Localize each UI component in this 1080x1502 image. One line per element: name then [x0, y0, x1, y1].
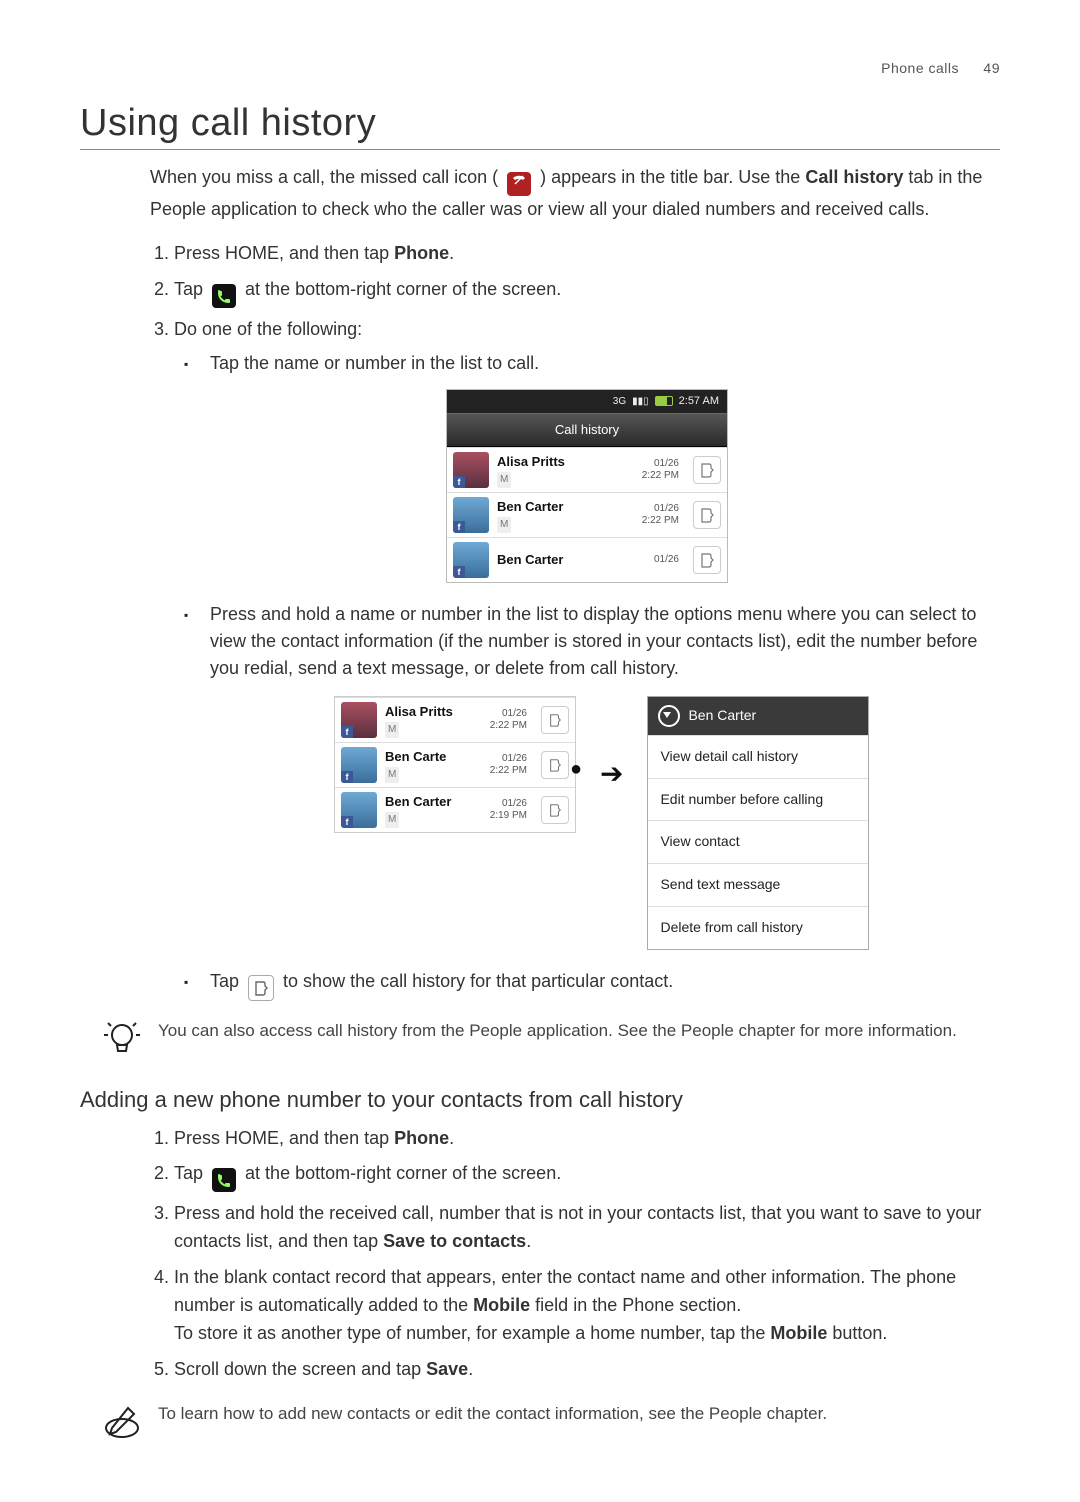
longpress-figure: f Alisa PrittsM 01/262:22 PM f Ben Carte…	[334, 696, 874, 949]
bullets-a: Tap the name or number in the list to ca…	[174, 350, 1000, 377]
ctx-item-view-history[interactable]: View detail call history	[648, 735, 868, 778]
step-a1: Press HOME, and then tap Phone.	[174, 240, 1000, 268]
call-row[interactable]: f Ben CarteM 01/262:22 PM	[335, 742, 575, 787]
step-a3: Do one of the following: Tap the name or…	[174, 316, 1000, 1001]
widget-title: Call history	[447, 413, 727, 447]
call-row[interactable]: f Alisa PrittsM 01/262:22 PM	[335, 697, 575, 742]
arrow-icon: ➔	[600, 752, 623, 795]
step-b5: Scroll down the screen and tap Save.	[174, 1356, 1000, 1384]
pencil-note-icon	[102, 1402, 142, 1442]
bullet-a1: Tap the name or number in the list to ca…	[210, 350, 1000, 377]
contact-history-icon[interactable]	[693, 546, 721, 574]
battery-icon	[655, 396, 673, 406]
dropdown-icon	[658, 705, 680, 727]
contact-history-icon[interactable]	[693, 456, 721, 484]
call-history-screenshot: 3G ▮▮▯ 2:57 AM Call history f Alisa Prit…	[446, 389, 728, 583]
manual-page: Phone calls 49 Using call history When y…	[0, 0, 1080, 1502]
context-menu: Ben Carter View detail call history Edit…	[647, 696, 869, 949]
subsection-title: Adding a new phone number to your contac…	[80, 1087, 1000, 1113]
step-b2: Tap at the bottom-right corner of the sc…	[174, 1160, 1000, 1192]
signal-bars-icon: ▮▮▯	[632, 394, 649, 410]
bullets-a-cont: Press and hold a name or number in the l…	[174, 601, 1000, 682]
network-icon: 3G	[613, 394, 626, 410]
contact-history-icon[interactable]	[541, 751, 569, 779]
running-header: Phone calls 49	[80, 60, 1000, 76]
ctx-item-send-text[interactable]: Send text message	[648, 863, 868, 906]
bullet-a3: Tap to show the call history for that pa…	[210, 968, 1000, 1001]
avatar: f	[453, 542, 489, 578]
contact-history-icon	[248, 975, 274, 1001]
avatar: f	[453, 452, 489, 488]
status-time: 2:57 AM	[679, 393, 719, 410]
call-history-tab-icon	[212, 1168, 236, 1192]
call-row[interactable]: f Ben Carter M 01/26 2:22 PM	[447, 492, 727, 537]
facebook-badge-icon: f	[453, 521, 465, 533]
header-page: 49	[983, 60, 1000, 76]
step-a2: Tap at the bottom-right corner of the sc…	[174, 276, 1000, 308]
avatar: f	[453, 497, 489, 533]
steps-list-a: Press HOME, and then tap Phone. Tap at t…	[150, 240, 1000, 1000]
tip-note-1: You can also access call history from th…	[102, 1019, 1000, 1059]
avatar: f	[341, 792, 377, 828]
step-b1: Press HOME, and then tap Phone.	[174, 1125, 1000, 1153]
contact-history-icon[interactable]	[693, 501, 721, 529]
missed-call-icon	[507, 172, 531, 196]
avatar: f	[341, 702, 377, 738]
steps-list-b: Press HOME, and then tap Phone. Tap at t…	[150, 1125, 1000, 1384]
mini-call-list: f Alisa PrittsM 01/262:22 PM f Ben Carte…	[334, 696, 576, 833]
step-b3: Press and hold the received call, number…	[174, 1200, 1000, 1256]
bullet-a2: Press and hold a name or number in the l…	[210, 601, 1000, 682]
facebook-badge-icon: f	[453, 476, 465, 488]
ctx-item-view-contact[interactable]: View contact	[648, 820, 868, 863]
tip-note-2: To learn how to add new contacts or edit…	[102, 1402, 1000, 1442]
ctx-item-delete[interactable]: Delete from call history	[648, 906, 868, 949]
contact-history-icon[interactable]	[541, 796, 569, 824]
intro-paragraph: When you miss a call, the missed call ic…	[150, 164, 1000, 222]
call-history-tab-icon	[212, 284, 236, 308]
header-section: Phone calls	[881, 60, 959, 76]
lightbulb-icon	[102, 1019, 142, 1059]
step-b4: In the blank contact record that appears…	[174, 1264, 1000, 1348]
bullets-a-cont2: Tap to show the call history for that pa…	[174, 968, 1000, 1001]
contact-history-icon[interactable]	[541, 706, 569, 734]
call-row[interactable]: f Ben Carter 01/26	[447, 537, 727, 582]
ctx-item-edit-number[interactable]: Edit number before calling	[648, 778, 868, 821]
phone-status-bar: 3G ▮▮▯ 2:57 AM	[447, 390, 727, 413]
page-title: Using call history	[80, 102, 1000, 150]
facebook-badge-icon: f	[453, 566, 465, 578]
avatar: f	[341, 747, 377, 783]
call-row[interactable]: f Ben CarterM 01/262:19 PM	[335, 787, 575, 832]
context-menu-header: Ben Carter	[648, 697, 868, 735]
call-row[interactable]: f Alisa Pritts M 01/26 2:22 PM	[447, 447, 727, 492]
